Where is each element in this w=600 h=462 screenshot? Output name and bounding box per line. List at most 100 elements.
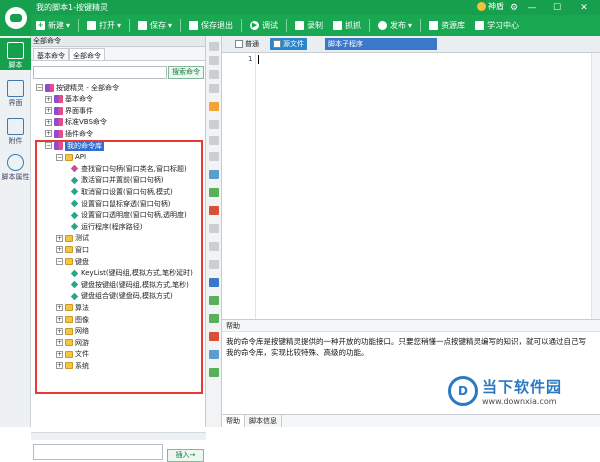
sidebar-item-properties[interactable]: 脚本属性	[0, 150, 31, 184]
hand-icon[interactable]	[209, 102, 219, 111]
panel-header: 全部命令	[31, 36, 205, 47]
tree-item[interactable]: + 基本命令	[45, 94, 93, 105]
properties-icon	[7, 154, 24, 171]
sidebar-item-ui[interactable]: 界面	[0, 76, 31, 108]
toolbar-divider	[180, 19, 182, 32]
main-toolbar: + 新建 ▾ 打开 ▾ 保存 ▾ 保存退出 ▶ 调试 录制 抓抓 发布 ▾ 资源库 学习中心	[31, 15, 600, 36]
help-text: 我的命令库是按键精灵提供的一种开放的功能接口。只要您稍懂一点按键精灵编写的知识，…	[226, 337, 586, 357]
settings-icon[interactable]: ⚙	[504, 0, 524, 15]
undo-icon[interactable]	[209, 120, 219, 129]
save-exit-button[interactable]: 保存退出	[184, 15, 238, 36]
tab-source-view[interactable]: 源文件	[270, 38, 307, 50]
expand-toggle-icon[interactable]: −	[36, 84, 43, 91]
sidebar-item-script[interactable]: 脚本	[0, 38, 31, 70]
command-group-icon	[54, 129, 63, 138]
indent-icon[interactable]	[209, 170, 219, 179]
move-icon[interactable]	[209, 42, 219, 51]
app-logo	[0, 0, 31, 36]
window-title: 我的脚本1-按键精灵	[36, 3, 108, 12]
capture-icon	[333, 21, 343, 30]
command-tabs: 基本命令 全部命令	[31, 47, 205, 61]
record-icon	[295, 21, 305, 30]
normal-view-icon	[235, 40, 243, 48]
insert-preview-box[interactable]	[33, 444, 163, 460]
watermark: D 当下软件园 www.downxia.com	[448, 373, 592, 409]
command-group-icon	[54, 95, 63, 104]
save-button[interactable]: 保存 ▾	[133, 15, 177, 36]
tab-script-info[interactable]: 脚本信息	[245, 415, 282, 427]
image-icon[interactable]	[209, 350, 219, 359]
bookmark-icon[interactable]	[209, 260, 219, 269]
align-icon[interactable]	[209, 242, 219, 251]
book-icon	[475, 21, 485, 30]
open-button[interactable]: 打开 ▾	[82, 15, 126, 36]
editor-header: 普通 源文件 脚本子程序	[222, 36, 600, 53]
tab-normal-view[interactable]: 普通	[232, 38, 262, 50]
watermark-logo: D	[448, 376, 478, 406]
vertical-tool-strip	[206, 36, 222, 427]
tab-basic-commands[interactable]: 基本命令	[33, 48, 69, 60]
editor-scrollbar[interactable]	[591, 53, 600, 319]
learning-center-button[interactable]: 学习中心	[470, 15, 524, 36]
tab-all-commands[interactable]: 全部命令	[69, 48, 105, 60]
sidebar-item-attachment[interactable]: 附件	[0, 114, 31, 146]
capture-button[interactable]: 抓抓	[328, 15, 366, 36]
comment-icon[interactable]	[209, 152, 219, 161]
new-button[interactable]: + 新建 ▾	[31, 15, 75, 36]
resource-icon	[429, 21, 439, 30]
tree-item[interactable]: + 界面事件	[45, 105, 93, 116]
subroutine-dropdown[interactable]: 脚本子程序	[325, 38, 437, 50]
copy-icon[interactable]	[209, 70, 219, 79]
user-menu[interactable]: 神盾	[477, 1, 504, 12]
text-cursor	[258, 55, 259, 64]
toolbar-divider	[241, 19, 243, 32]
toggle-icon[interactable]	[209, 332, 219, 341]
expand-toggle-icon[interactable]: +	[45, 118, 52, 126]
search-command-button[interactable]: 搜索命令	[168, 66, 204, 79]
expand-toggle-icon[interactable]: +	[45, 107, 52, 115]
tree-item[interactable]: + 插件命令	[45, 128, 93, 139]
redo-icon[interactable]	[209, 136, 219, 145]
script-icon	[7, 42, 24, 59]
toolbar-divider	[78, 19, 80, 32]
line-number: 1	[248, 55, 253, 63]
goto-icon[interactable]	[209, 278, 219, 287]
minimize-button[interactable]: —	[522, 0, 542, 15]
left-sidebar: 脚本 界面 附件 脚本属性	[0, 36, 31, 427]
slash-icon[interactable]	[209, 188, 219, 197]
record-button[interactable]: 录制	[290, 15, 328, 36]
expand-toggle-icon[interactable]: +	[45, 130, 52, 138]
find-icon[interactable]	[209, 296, 219, 305]
tree-item[interactable]: + 标准VBS命令	[45, 117, 107, 128]
close-button[interactable]: ✕	[574, 0, 594, 15]
help-header: 帮助	[222, 320, 600, 332]
tree-item-label: 标准VBS命令	[65, 118, 107, 127]
debug-button[interactable]: ▶ 调试	[245, 15, 283, 36]
publish-icon	[378, 21, 388, 30]
folder-icon	[87, 21, 97, 30]
tree-item-label: 按键精灵 - 全部命令	[56, 83, 119, 92]
insert-button[interactable]: 插入→	[167, 449, 204, 462]
help-tabs: 帮助 脚本信息	[222, 414, 600, 427]
eye-icon[interactable]	[209, 368, 219, 377]
publish-button[interactable]: 发布 ▾	[373, 15, 417, 36]
format-icon[interactable]	[209, 224, 219, 233]
maximize-button[interactable]: ☐	[547, 0, 567, 15]
percent-icon[interactable]	[209, 206, 219, 215]
replace-icon[interactable]	[209, 314, 219, 323]
user-name: 神盾	[488, 2, 504, 11]
tree-item[interactable]: − 按键精灵 - 全部命令	[36, 82, 119, 93]
horizontal-scrollbar[interactable]	[31, 432, 206, 440]
watermark-title: 当下软件园	[482, 378, 563, 396]
avatar-icon	[477, 2, 486, 11]
cut-icon[interactable]	[209, 56, 219, 65]
tree-item-label: 插件命令	[65, 129, 93, 138]
tab-help[interactable]: 帮助	[222, 415, 245, 427]
resource-library-button[interactable]: 资源库	[424, 15, 470, 36]
play-icon: ▶	[250, 21, 260, 30]
toolbar-divider	[420, 19, 422, 32]
command-search-input[interactable]	[33, 66, 167, 79]
tree-item-label: 基本命令	[65, 95, 93, 104]
expand-toggle-icon[interactable]: +	[45, 95, 52, 103]
delete-icon[interactable]	[209, 84, 219, 93]
